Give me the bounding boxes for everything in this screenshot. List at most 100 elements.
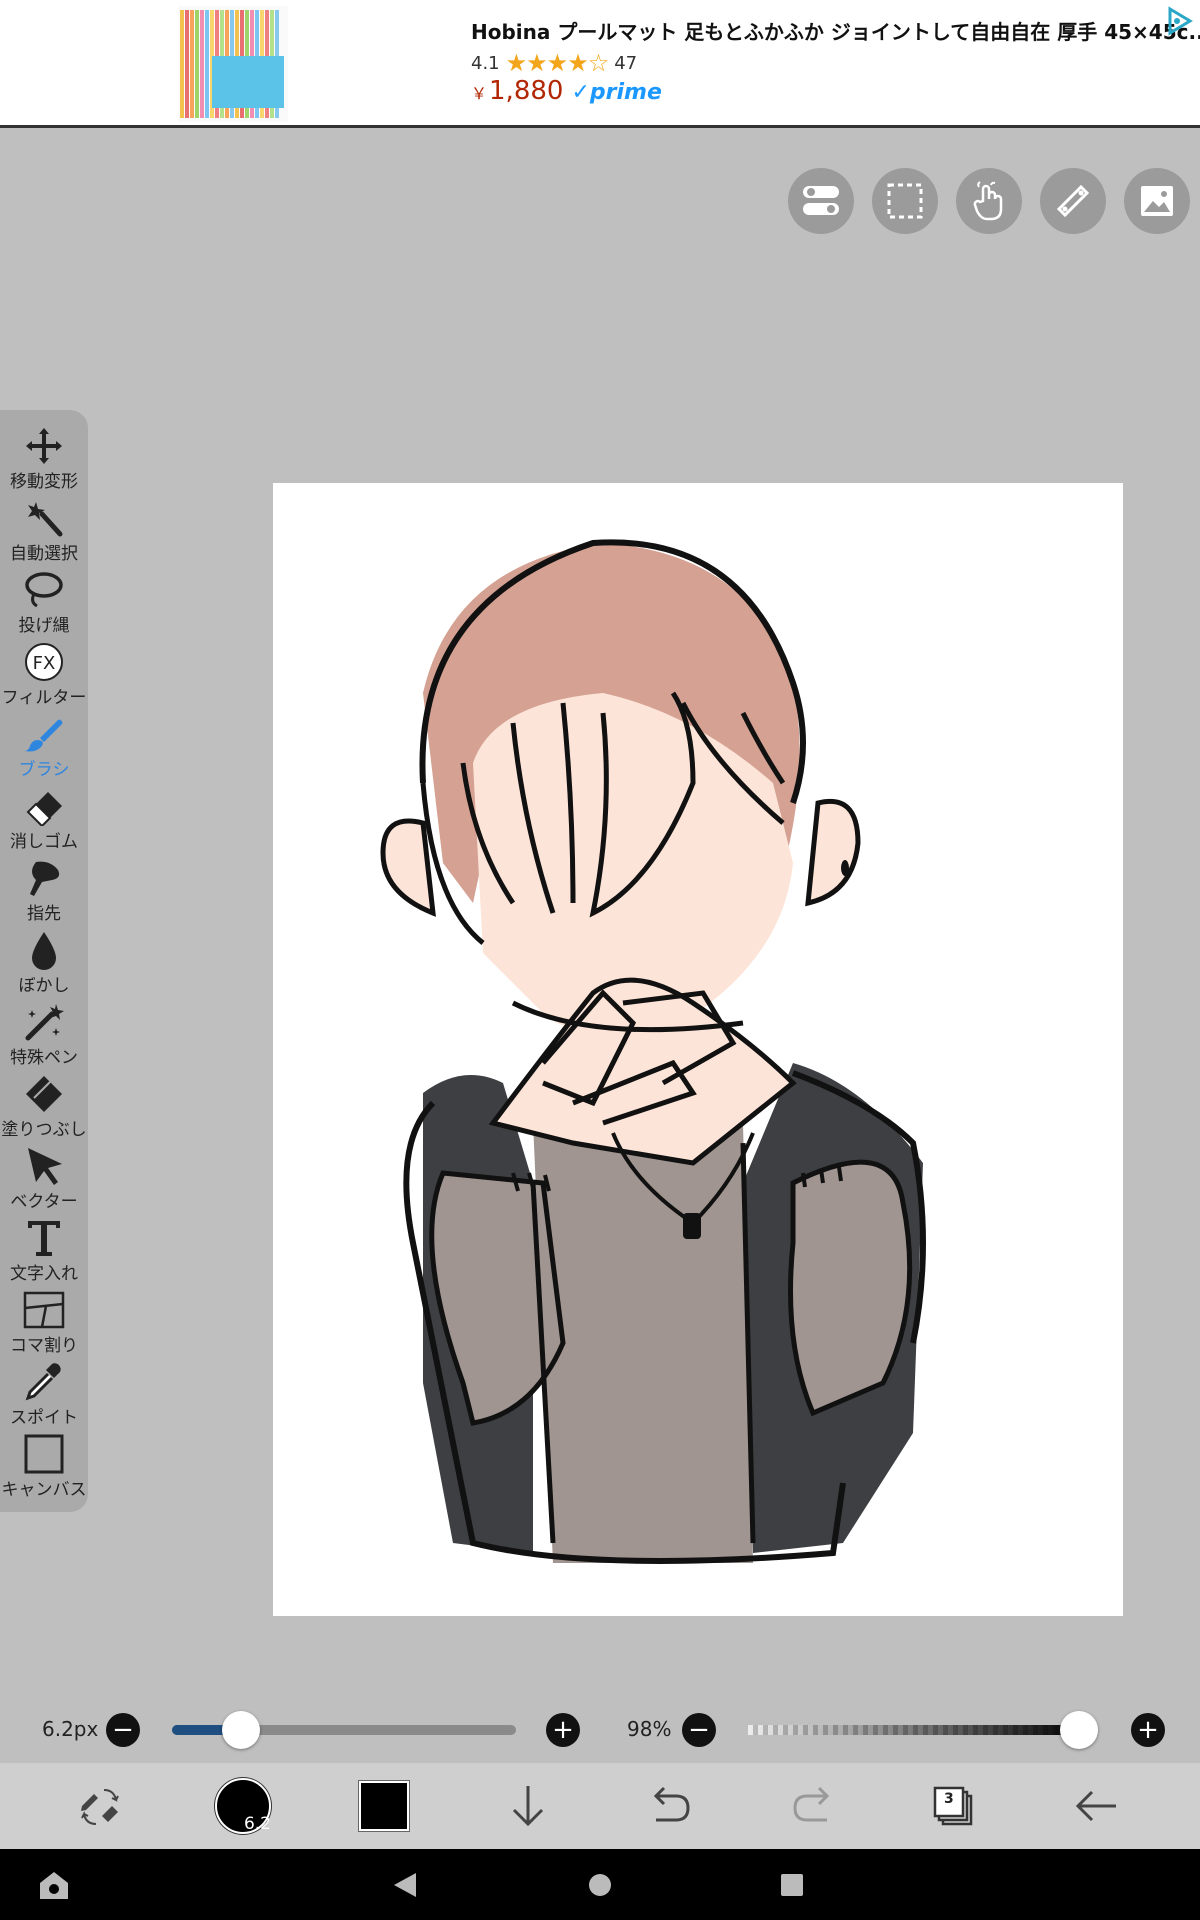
ad-price: ￥ 1,880 ✓prime <box>471 76 662 106</box>
tool-lasso[interactable]: 投げ縄 <box>0 570 88 642</box>
swap-tool-button[interactable] <box>50 1763 150 1849</box>
opacity-increase-button[interactable]: + <box>1131 1713 1165 1747</box>
download-button[interactable] <box>478 1763 578 1849</box>
ad-rating-value: 4.1 <box>471 52 500 74</box>
fx-icon: FX <box>25 643 63 681</box>
tool-label: ベクター <box>10 1192 78 1212</box>
finger-icon <box>30 861 60 896</box>
system-nav-bar <box>0 1849 1200 1920</box>
undo-button[interactable] <box>620 1763 720 1849</box>
tool-special-pen[interactable]: 特殊ペン <box>0 1002 88 1074</box>
tool-label: 特殊ペン <box>10 1048 78 1068</box>
tool-canvas[interactable]: キャンバス <box>0 1434 88 1506</box>
tool-label: 指先 <box>27 904 61 924</box>
ad-banner[interactable]: Hobina プールマット 足もとふかふか ジョイントして自由自在 厚手 45×… <box>0 0 1200 128</box>
tool-label: スポイト <box>10 1408 78 1428</box>
eyedropper-icon <box>25 1363 61 1401</box>
minus-icon: − <box>688 1715 710 1745</box>
tool-label: 投げ縄 <box>18 616 70 636</box>
blur-icon <box>32 932 56 970</box>
image-icon <box>1141 186 1173 216</box>
tool-label: ぼかし <box>18 976 70 996</box>
home-settings-icon[interactable] <box>36 1869 72 1901</box>
color-button[interactable] <box>334 1763 434 1849</box>
fill-icon <box>26 1076 62 1112</box>
tool-auto-select[interactable]: 自動選択 <box>0 498 88 570</box>
pen-eraser-swap-icon <box>81 1789 119 1825</box>
tool-panel[interactable]: コマ割り <box>0 1290 88 1362</box>
opacity-value: 98% <box>627 1717 672 1741</box>
opacity-decrease-button[interactable]: − <box>682 1713 716 1747</box>
tool-label: ブラシ <box>18 760 70 780</box>
toggle-button[interactable] <box>788 168 854 234</box>
hand-icon <box>973 181 1003 221</box>
nav-recents-icon[interactable] <box>780 1873 804 1897</box>
drawing-canvas[interactable] <box>273 483 1123 1616</box>
brush-size-indicator: 6.2 <box>215 1778 271 1834</box>
tool-fill[interactable]: 塗りつぶし <box>0 1074 88 1146</box>
tool-label: 塗りつぶし <box>1 1120 87 1140</box>
tool-eraser[interactable]: 消しゴム <box>0 786 88 858</box>
opacity-slider-thumb[interactable] <box>1060 1711 1099 1749</box>
redo-icon <box>793 1786 830 1822</box>
prime-badge: ✓prime <box>571 80 662 105</box>
prime-label: prime <box>589 80 662 105</box>
magic-wand-icon <box>28 502 63 537</box>
brush-size-increase-button[interactable]: + <box>546 1713 580 1747</box>
brush-size-slider-thumb[interactable] <box>221 1711 260 1749</box>
price-value: 1,880 <box>489 76 564 106</box>
hand-button[interactable] <box>956 168 1022 234</box>
text-icon <box>28 1221 60 1256</box>
lasso-icon <box>25 572 63 608</box>
ad-title[interactable]: Hobina プールマット 足もとふかふか ジョイントして自由自在 厚手 45×… <box>471 16 1200 45</box>
layers-button[interactable]: 3 <box>903 1763 1003 1849</box>
eraser-icon <box>26 792 62 826</box>
opacity-slider[interactable] <box>748 1725 1086 1735</box>
ruler-icon <box>1056 184 1090 218</box>
tool-eyedropper[interactable]: スポイト <box>0 1362 88 1434</box>
nav-home-icon[interactable] <box>588 1873 612 1897</box>
selection-button[interactable] <box>872 168 938 234</box>
slider-row: 6.2px − + 98% − + <box>0 1705 1200 1755</box>
special-pen-icon <box>25 1004 64 1041</box>
ad-product-image[interactable] <box>178 6 288 122</box>
back-button[interactable] <box>1046 1763 1146 1849</box>
ad-choices-icon[interactable] <box>1162 4 1196 38</box>
ad-review-count: 47 <box>614 52 638 74</box>
tool-label: 移動変形 <box>10 472 78 492</box>
tool-text[interactable]: 文字入れ <box>0 1218 88 1290</box>
tool-move-transform[interactable]: 移動変形 <box>0 426 88 498</box>
tool-filter[interactable]: FX フィルター <box>0 642 88 714</box>
tool-label: 自動選択 <box>10 544 78 564</box>
redo-button[interactable] <box>763 1763 863 1849</box>
selection-icon <box>887 183 923 219</box>
tool-blur[interactable]: ぼかし <box>0 930 88 1002</box>
tool-label: キャンバス <box>1 1480 87 1500</box>
arrow-down-icon <box>512 1786 544 1827</box>
currency-symbol: ￥ <box>471 84 488 103</box>
ruler-button[interactable] <box>1040 168 1106 234</box>
tool-vector[interactable]: ベクター <box>0 1146 88 1218</box>
minus-icon: − <box>112 1715 134 1745</box>
brush-size-number: 6.2 <box>243 1814 271 1834</box>
current-color-swatch <box>359 1781 409 1831</box>
svg-text:FX: FX <box>33 653 56 674</box>
brush-icon <box>25 719 63 752</box>
star-rating-icon: ★★★★☆ <box>505 49 610 77</box>
tool-label: 消しゴム <box>10 832 78 852</box>
brush-size-button[interactable]: 6.2 <box>193 1763 293 1849</box>
plus-icon: + <box>552 1715 574 1745</box>
nav-back-icon[interactable] <box>392 1871 418 1899</box>
top-toolbar <box>788 168 1190 234</box>
canvas-icon <box>24 1434 64 1474</box>
brush-size-value: 6.2px <box>42 1717 99 1741</box>
tool-label: 文字入れ <box>10 1264 78 1284</box>
toggle-icon <box>803 186 839 215</box>
tool-finger[interactable]: 指先 <box>0 858 88 930</box>
image-button[interactable] <box>1124 168 1190 234</box>
tool-brush[interactable]: ブラシ <box>0 714 88 786</box>
vector-icon <box>28 1148 62 1185</box>
character-illustration <box>380 539 926 1564</box>
move-icon <box>26 428 62 464</box>
brush-size-decrease-button[interactable]: − <box>106 1713 140 1747</box>
